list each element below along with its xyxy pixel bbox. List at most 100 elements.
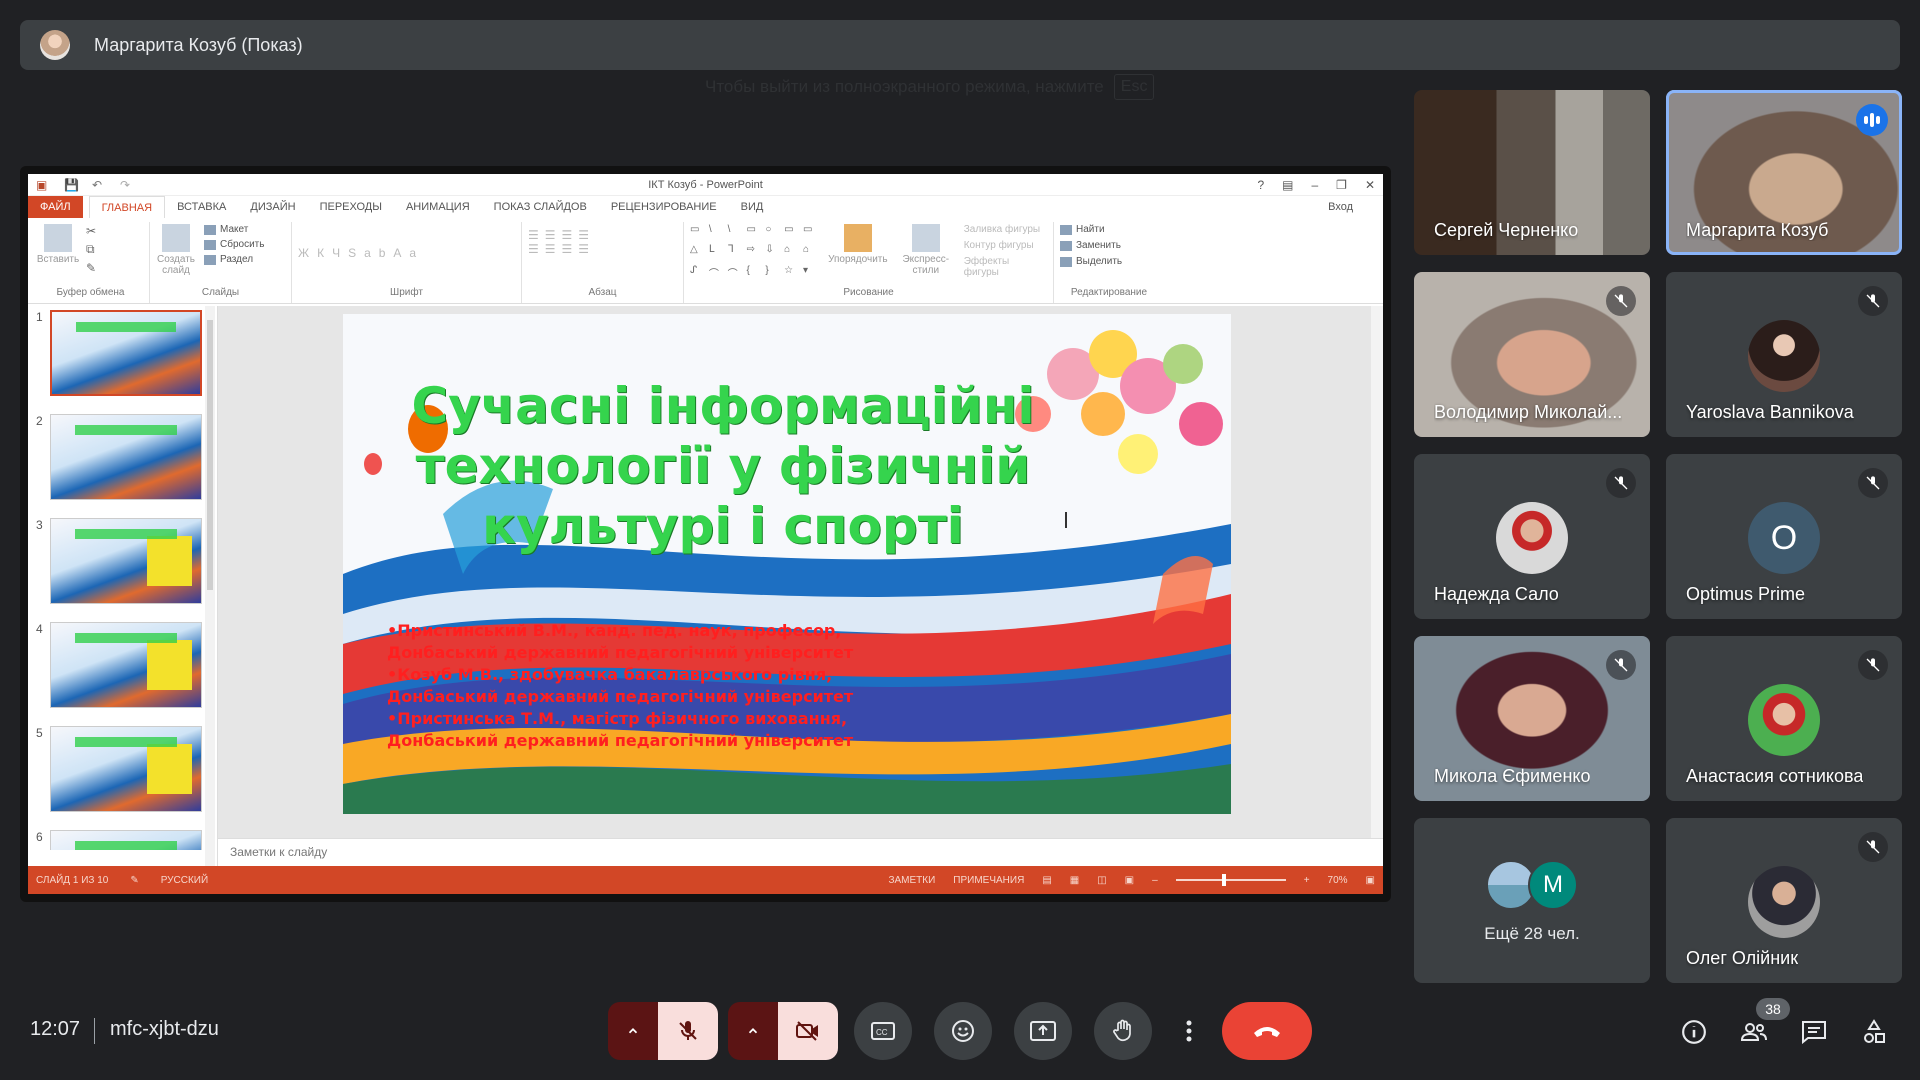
quick-styles-icon — [911, 224, 940, 252]
participant-tile[interactable]: Надежда Сало — [1414, 454, 1650, 619]
tab-animations[interactable]: АНИМАЦИЯ — [394, 196, 482, 218]
zoom-slider[interactable] — [1175, 874, 1286, 886]
reset-label: Сбросить — [220, 239, 265, 250]
tab-insert[interactable]: ВСТАВКА — [165, 196, 238, 218]
reading-view-icon[interactable]: ◫ — [1097, 875, 1106, 886]
participant-tile[interactable]: Микола Єфименко — [1414, 636, 1650, 801]
meeting-info-button[interactable] — [1678, 1016, 1710, 1048]
zoom-out-icon[interactable]: – — [1152, 875, 1158, 886]
mic-toggle-button[interactable] — [658, 1002, 718, 1060]
select-button[interactable]: Выделить — [1060, 256, 1158, 267]
captions-button[interactable]: CC — [854, 1002, 912, 1060]
notes-pane[interactable]: Заметки к слайду — [218, 838, 1383, 866]
present-button[interactable] — [1014, 1002, 1072, 1060]
sign-in-link[interactable]: Вход — [1328, 201, 1383, 213]
slide-thumbnail-3[interactable] — [50, 518, 202, 604]
participant-name: Надежда Сало — [1434, 584, 1559, 604]
author-line: Донбаський державний педагогічний універ… — [387, 687, 854, 706]
paragraph-controls[interactable]: ☰☰☰☰ ☰☰☰☰ — [528, 224, 677, 287]
thumbnail-row[interactable]: 5 — [36, 726, 217, 830]
slide-thumbnail-2[interactable] — [50, 414, 202, 500]
thumbnails-scrollbar[interactable] — [205, 306, 215, 866]
slide-thumbnail-5[interactable] — [50, 726, 202, 812]
raise-hand-button[interactable] — [1094, 1002, 1152, 1060]
spellcheck-icon[interactable]: ✎ — [130, 875, 138, 886]
format-painter-icon[interactable]: ✎ — [86, 261, 96, 275]
participant-tile[interactable]: Володимир Миколай... — [1414, 272, 1650, 437]
thumbnail-row[interactable]: 1 — [36, 310, 217, 414]
thumbnail-number: 5 — [36, 726, 43, 740]
meeting-controls-bar: 12:07 mfc-xjbt-dzu CC — [0, 990, 1920, 1070]
fit-slide-icon[interactable]: ▣ — [1366, 875, 1375, 886]
copy-icon[interactable]: ⧉ — [86, 242, 96, 257]
tab-slideshow[interactable]: ПОКАЗ СЛАЙДОВ — [482, 196, 599, 218]
notes-toggle[interactable]: ЗАМЕТКИ — [888, 875, 935, 886]
participant-tile[interactable]: Анастасия сотникова — [1666, 636, 1902, 801]
participant-tile-speaking[interactable]: Маргарита Козуб — [1666, 90, 1902, 255]
participant-tile[interactable]: Олег Олійник — [1666, 818, 1902, 983]
reset-button[interactable]: Сбросить — [204, 239, 264, 250]
slideshow-view-icon[interactable]: ▣ — [1125, 875, 1134, 886]
arrange-label: Упорядочить — [828, 254, 888, 265]
people-button[interactable] — [1738, 1016, 1770, 1048]
avatar — [1748, 866, 1820, 938]
slide-thumbnail-4[interactable] — [50, 622, 202, 708]
more-vert-icon — [1186, 1020, 1192, 1042]
video-options-button[interactable] — [728, 1002, 778, 1060]
layout-button[interactable]: Макет — [204, 224, 264, 235]
slide-editor-scrollbar[interactable] — [1371, 306, 1383, 838]
zoom-level[interactable]: 70% — [1328, 875, 1348, 886]
thumbnail-row[interactable]: 4 — [36, 622, 217, 726]
ribbon-label-drawing: Рисование — [843, 287, 894, 298]
emoji-icon — [952, 1020, 974, 1042]
normal-view-icon[interactable]: ▤ — [1042, 875, 1051, 886]
fullscreen-hint-text: Чтобы выйти из полноэкранного режима, на… — [705, 77, 1104, 96]
tab-design[interactable]: ДИЗАЙН — [238, 196, 307, 218]
more-participants-tile[interactable]: M Ещё 28 чел. — [1414, 818, 1650, 983]
audio-options-button[interactable] — [608, 1002, 658, 1060]
camera-off-icon — [796, 1021, 818, 1041]
section-button[interactable]: Раздел — [204, 254, 264, 265]
new-slide-button[interactable]: Создать слайд — [156, 224, 196, 287]
quick-styles-button[interactable]: Экспресс-стили — [896, 224, 956, 287]
slide-sorter-icon[interactable]: ▦ — [1070, 875, 1079, 886]
ribbon-group-paragraph: ☰☰☰☰ ☰☰☰☰ Абзац — [522, 222, 684, 303]
comments-toggle[interactable]: ПРИМЕЧАНИЯ — [953, 875, 1024, 886]
participant-tile[interactable]: Сергей Черненко — [1414, 90, 1650, 255]
zoom-in-icon[interactable]: + — [1304, 875, 1310, 886]
tab-review[interactable]: РЕЦЕНЗИРОВАНИЕ — [599, 196, 729, 218]
participant-tile[interactable]: O Optimus Prime — [1666, 454, 1902, 619]
leave-call-button[interactable] — [1222, 1002, 1312, 1060]
reactions-button[interactable] — [934, 1002, 992, 1060]
activities-button[interactable] — [1858, 1016, 1890, 1048]
shape-fill-label: Заливка фигуры — [963, 224, 1041, 235]
tab-home[interactable]: ГЛАВНАЯ — [88, 196, 166, 218]
paste-button[interactable]: Вставить — [37, 224, 79, 287]
tab-file[interactable]: ФАЙЛ — [28, 196, 83, 218]
arrange-button[interactable]: Упорядочить — [828, 224, 888, 287]
thumbnail-row[interactable]: 3 — [36, 518, 217, 622]
thumbnail-row[interactable]: 2 — [36, 414, 217, 518]
participant-tile[interactable]: Yaroslava Bannikova — [1666, 272, 1902, 437]
camera-toggle-button[interactable] — [778, 1002, 838, 1060]
shape-fill-button[interactable]: Заливка фигуры — [964, 224, 1047, 235]
slide-authors: •Пристинський В.М., канд. пед. наук, про… — [387, 620, 947, 752]
more-avatars: M — [1486, 860, 1578, 910]
language-indicator[interactable]: РУССКИЙ — [161, 875, 208, 886]
slide-thumbnail-1[interactable] — [50, 310, 202, 396]
shape-outline-button[interactable]: Контур фигуры — [964, 240, 1047, 251]
mic-off-icon — [1606, 286, 1636, 316]
slide-thumbnail-6[interactable] — [50, 830, 202, 850]
tab-transitions[interactable]: ПЕРЕХОДЫ — [308, 196, 394, 218]
replace-button[interactable]: Заменить — [1060, 240, 1158, 251]
font-controls[interactable]: ЖКЧSabAa — [298, 224, 515, 287]
chat-button[interactable] — [1798, 1016, 1830, 1048]
tab-view[interactable]: ВИД — [729, 196, 776, 218]
find-button[interactable]: Найти — [1060, 224, 1158, 235]
cut-icon[interactable]: ✂ — [86, 224, 96, 238]
more-options-button[interactable] — [1174, 1002, 1204, 1060]
shape-effects-button[interactable]: Эффекты фигуры — [964, 256, 1047, 278]
thumbnail-row[interactable]: 6 — [36, 830, 217, 850]
shapes-gallery[interactable]: ▭ \ \ ▭ ○ ▭ ▭ △ ᒪ ᒣ ⇨ ⇩ ⌂ ⌂ ᔑ ⌒ ⌒{} ☆ ▾ — [690, 224, 820, 287]
ribbon-label-paragraph: Абзац — [588, 287, 617, 298]
